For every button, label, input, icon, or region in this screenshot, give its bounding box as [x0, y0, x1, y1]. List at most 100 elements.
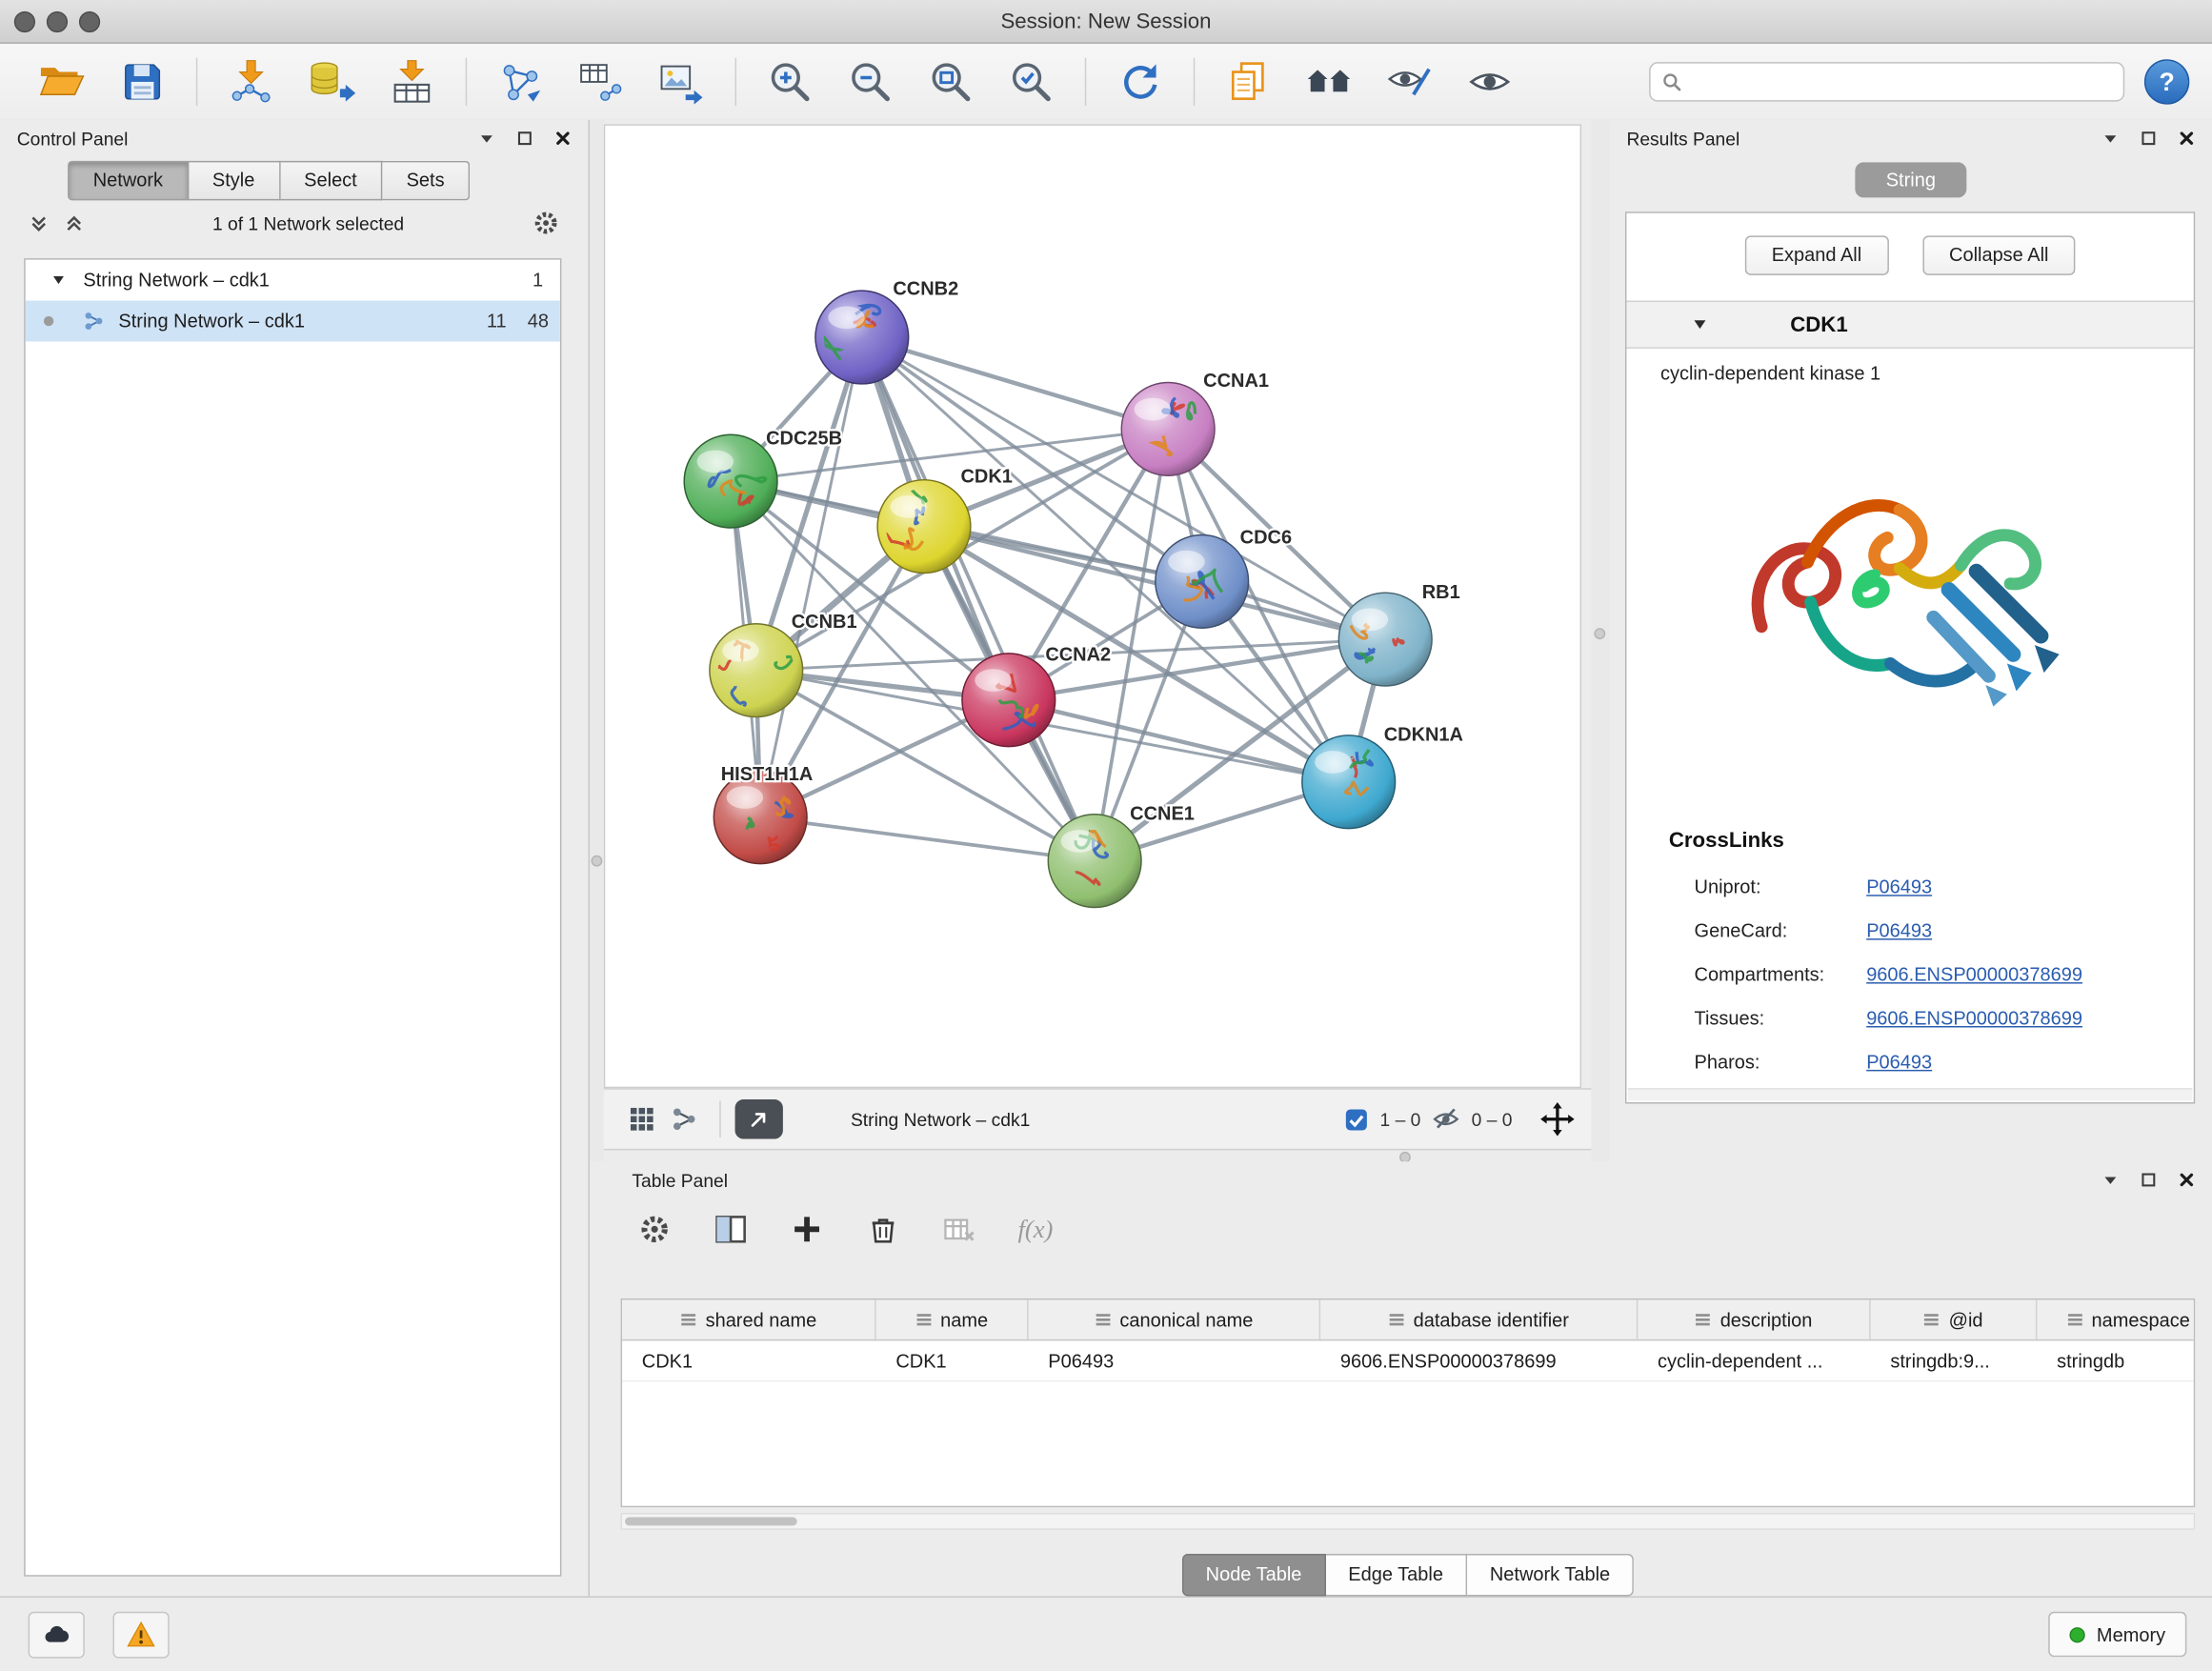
network-edge[interactable]	[862, 337, 1095, 861]
first-neighbors-button[interactable]	[1297, 50, 1359, 112]
tab-network[interactable]: Network	[68, 161, 189, 200]
network-row-selected[interactable]: String Network – cdk1 11 48	[26, 301, 560, 342]
close-panel-icon[interactable]	[2178, 1172, 2195, 1189]
float-panel-icon[interactable]	[478, 130, 495, 147]
export-network-image-button[interactable]	[651, 50, 713, 112]
column-header[interactable]: @id	[1871, 1299, 2038, 1339]
network-node-label: CCNB2	[893, 279, 958, 300]
zoom-in-button[interactable]	[759, 50, 821, 112]
network-edge[interactable]	[760, 817, 1095, 861]
expand-all-button[interactable]: Expand All	[1745, 235, 1889, 274]
import-network-from-file-button[interactable]	[220, 50, 282, 112]
tab-select[interactable]: Select	[280, 161, 382, 200]
network-node-CDK1[interactable]	[877, 480, 971, 574]
duplicate-network-button[interactable]	[1217, 50, 1279, 112]
right-splitter-handle[interactable]	[1594, 628, 1605, 639]
tab-style[interactable]: Style	[189, 161, 280, 200]
table-row[interactable]: CDK1CDK1P064939606.ENSP00000378699cyclin…	[622, 1340, 2194, 1381]
tab-network-table[interactable]: Network Table	[1467, 1554, 1634, 1596]
zoom-out-button[interactable]	[839, 50, 901, 112]
network-collection-row[interactable]: String Network – cdk1 1	[26, 260, 560, 301]
maximize-panel-icon[interactable]	[2140, 130, 2157, 147]
column-header[interactable]: name	[876, 1299, 1029, 1339]
network-node-CDKN1A[interactable]	[1302, 735, 1396, 829]
network-edge[interactable]	[760, 337, 862, 817]
results-horizontal-scrollbar[interactable]	[1628, 1088, 2192, 1100]
open-session-button[interactable]	[31, 50, 93, 112]
crosslink-value-link[interactable]: 9606.ENSP00000378699	[1866, 964, 2082, 985]
table-settings-button[interactable]	[634, 1210, 674, 1249]
column-header[interactable]: namespace	[2037, 1299, 2195, 1339]
network-from-table-button[interactable]	[570, 50, 632, 112]
show-columns-button[interactable]	[711, 1210, 750, 1249]
save-session-button[interactable]	[111, 50, 173, 112]
column-header[interactable]: database identifier	[1320, 1299, 1638, 1339]
network-edge[interactable]	[924, 527, 1385, 640]
column-header[interactable]: description	[1638, 1299, 1870, 1339]
column-header[interactable]: shared name	[622, 1299, 876, 1339]
hidden-eye-icon[interactable]	[1432, 1105, 1460, 1134]
apply-preferred-layout-button[interactable]	[1109, 50, 1171, 112]
delete-column-button[interactable]	[863, 1210, 902, 1249]
close-panel-icon[interactable]	[554, 130, 572, 147]
expand-all-networks-icon[interactable]	[29, 212, 50, 233]
import-table-from-file-button[interactable]	[381, 50, 443, 112]
birds-eye-view-button[interactable]	[621, 1098, 663, 1140]
selected-nodes-checkbox[interactable]	[1345, 1107, 1369, 1131]
hide-selected-button[interactable]	[1378, 50, 1440, 112]
search-box[interactable]	[1649, 62, 2124, 101]
tab-edge-table[interactable]: Edge Table	[1326, 1554, 1468, 1596]
detach-view-button[interactable]	[735, 1099, 783, 1138]
tab-string[interactable]: String	[1855, 162, 1966, 197]
network-options-gear-icon[interactable]	[532, 209, 560, 237]
float-panel-icon[interactable]	[2101, 130, 2119, 147]
network-node-CCNB2[interactable]	[815, 291, 909, 384]
network-edge[interactable]	[862, 337, 1168, 429]
column-header[interactable]: canonical name	[1029, 1299, 1321, 1339]
collapse-all-button[interactable]: Collapse All	[1922, 235, 2076, 274]
network-canvas[interactable]: CCNB2CCNA1CDC25BCDK1CDC6RB1CCNB1CCNA2CDK…	[604, 124, 1581, 1088]
search-input[interactable]	[1690, 70, 2112, 93]
right-splitter[interactable]	[1591, 120, 1609, 1161]
table-horizontal-scrollbar[interactable]	[621, 1513, 2196, 1530]
cloud-button[interactable]	[29, 1611, 85, 1658]
tab-node-table[interactable]: Node Table	[1181, 1554, 1325, 1596]
left-splitter[interactable]	[590, 120, 604, 1161]
column-sort-icon	[2066, 1311, 2083, 1328]
zoom-selected-button[interactable]	[1000, 50, 1062, 112]
maximize-panel-icon[interactable]	[2140, 1172, 2157, 1189]
crosslink-value-link[interactable]: 9606.ENSP00000378699	[1866, 1008, 2082, 1029]
crosslink-value-link[interactable]: P06493	[1866, 876, 1932, 897]
network-node-CCNB1[interactable]	[710, 624, 803, 717]
crosslink-value-link[interactable]: P06493	[1866, 920, 1932, 941]
network-node-CCNA1[interactable]	[1121, 382, 1215, 475]
add-column-button[interactable]	[787, 1210, 826, 1249]
network-node-CDC6[interactable]	[1156, 534, 1249, 628]
scrollbar-thumb[interactable]	[625, 1518, 797, 1526]
zoom-fit-button[interactable]	[920, 50, 982, 112]
collapse-section-icon[interactable]	[1692, 316, 1709, 333]
network-overview-button[interactable]	[663, 1098, 705, 1140]
network-node-RB1[interactable]	[1338, 593, 1432, 686]
left-splitter-handle[interactable]	[591, 856, 602, 867]
memory-button[interactable]: Memory	[2049, 1612, 2187, 1657]
network-node-CCNA2[interactable]	[962, 654, 1056, 747]
pan-tool-icon[interactable]	[1540, 1102, 1575, 1137]
network-node-CCNE1[interactable]	[1048, 815, 1141, 908]
disclosure-triangle-icon[interactable]	[50, 272, 66, 288]
maximize-panel-icon[interactable]	[516, 130, 533, 147]
function-builder-button[interactable]: f(x)	[1016, 1210, 1055, 1249]
float-panel-icon[interactable]	[2101, 1172, 2119, 1189]
crosslink-value-link[interactable]: P06493	[1866, 1052, 1932, 1073]
delete-table-button[interactable]	[939, 1210, 978, 1249]
close-panel-icon[interactable]	[2178, 130, 2195, 147]
help-button[interactable]: ?	[2144, 59, 2189, 104]
show-all-button[interactable]	[1458, 50, 1520, 112]
collapse-all-networks-icon[interactable]	[64, 212, 85, 233]
import-network-from-database-button[interactable]	[300, 50, 362, 112]
tab-sets[interactable]: Sets	[382, 161, 470, 200]
protein-section-header[interactable]: CDK1	[1626, 301, 2193, 349]
network-node-CDC25B[interactable]	[684, 434, 777, 528]
new-network-button[interactable]	[490, 50, 552, 112]
warnings-button[interactable]	[112, 1611, 169, 1658]
